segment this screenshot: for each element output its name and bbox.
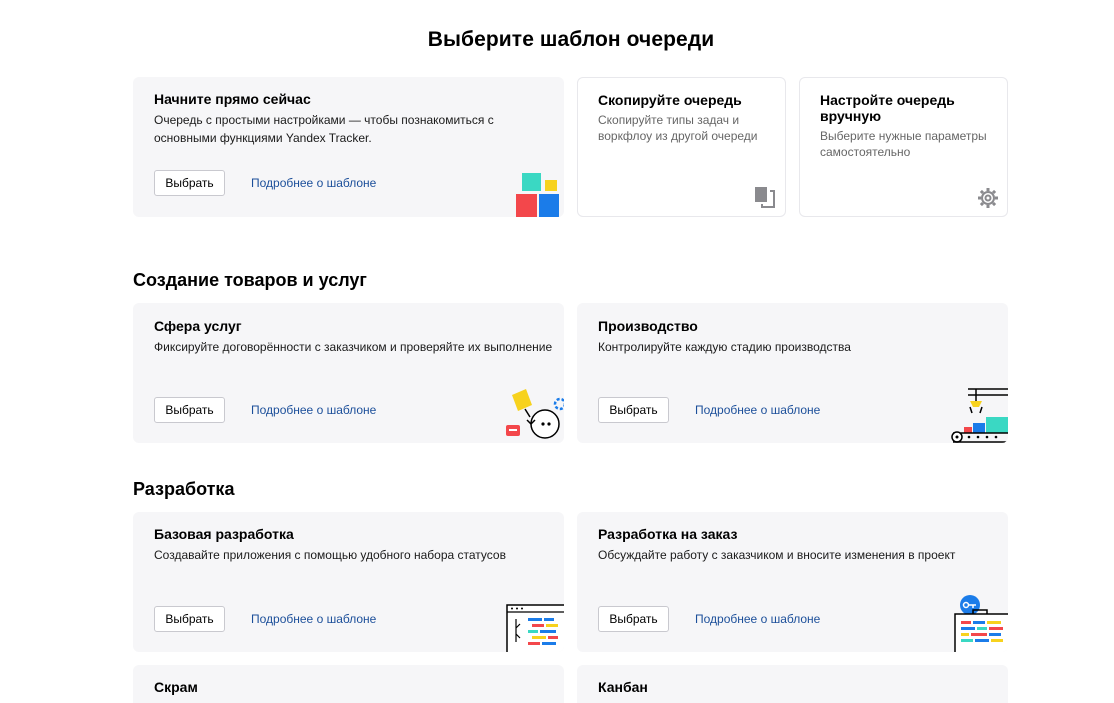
- select-button[interactable]: Выбрать: [598, 606, 669, 632]
- custom-development-illustration: [954, 595, 1008, 652]
- card-title: Настройте очередь вручную: [820, 92, 955, 124]
- page-title: Выберите шаблон очереди: [427, 28, 715, 51]
- section-title-development: Разработка: [133, 479, 235, 499]
- description-line: самостоятельно: [820, 145, 911, 159]
- kanban-template-card[interactable]: Канбан: [577, 665, 1008, 703]
- template-details-link[interactable]: Подробнее о шаблоне: [251, 403, 376, 417]
- card-title: Разработка на заказ: [598, 526, 738, 542]
- custom-development-template-card[interactable]: Разработка на заказ Обсуждайте работу с …: [577, 512, 1008, 652]
- production-template-card[interactable]: Производство Контролируйте каждую стадию…: [577, 303, 1008, 443]
- description-line: Выберите нужные параметры: [820, 129, 987, 143]
- select-button[interactable]: Выбрать: [154, 606, 225, 632]
- card-description: Обсуждайте работу с заказчиком и вносите…: [598, 548, 956, 562]
- card-description: Фиксируйте договорённости с заказчиком и…: [154, 340, 553, 354]
- gear-icon: [978, 188, 998, 208]
- copy-queue-card[interactable]: Скопируйте очередь Скопируйте типы задач…: [577, 77, 786, 217]
- template-picker-page: Выберите шаблон очереди Начните прямо се…: [0, 0, 1114, 703]
- template-details-link[interactable]: Подробнее о шаблоне: [251, 176, 376, 190]
- title-line: вручную: [820, 108, 882, 124]
- card-description: Контролируйте каждую стадию производства: [598, 340, 851, 354]
- select-button[interactable]: Выбрать: [154, 170, 225, 196]
- select-button[interactable]: Выбрать: [598, 397, 669, 423]
- section-title-products: Создание товаров и услуг: [133, 270, 367, 290]
- card-title: Канбан: [598, 679, 648, 695]
- description-line: Очередь с простыми настройками — чтобы п…: [154, 113, 494, 127]
- description-line: основными функциями Yandex Tracker.: [154, 131, 372, 145]
- card-description: Очередь с простыми настройками — чтобы п…: [154, 111, 494, 147]
- card-title: Скрам: [154, 679, 198, 695]
- template-details-link[interactable]: Подробнее о шаблоне: [251, 612, 376, 626]
- basic-development-template-card[interactable]: Базовая разработка Создавайте приложения…: [133, 512, 564, 652]
- template-details-link[interactable]: Подробнее о шаблоне: [695, 612, 820, 626]
- select-button[interactable]: Выбрать: [154, 397, 225, 423]
- description-line: Скопируйте типы задач и: [598, 113, 740, 127]
- description-line: воркфлоу из другой очереди: [598, 129, 758, 143]
- scrum-template-card[interactable]: Скрам: [133, 665, 564, 703]
- template-details-link[interactable]: Подробнее о шаблоне: [695, 403, 820, 417]
- quick-start-card[interactable]: Начните прямо сейчас Очередь с простыми …: [133, 77, 564, 217]
- card-description: Скопируйте типы задач и воркфлоу из друг…: [598, 112, 758, 144]
- card-description: Выберите нужные параметры самостоятельно: [820, 128, 987, 160]
- card-title: Базовая разработка: [154, 526, 294, 542]
- copy-icon: [755, 187, 775, 208]
- manual-setup-card[interactable]: Настройте очередь вручную Выберите нужны…: [799, 77, 1008, 217]
- blocks-illustration: [516, 173, 559, 217]
- card-description: Создавайте приложения с помощью удобного…: [154, 548, 506, 562]
- title-line: Настройте очередь: [820, 92, 955, 108]
- card-title: Скопируйте очередь: [598, 92, 742, 108]
- development-illustration: [506, 604, 564, 652]
- card-title: Производство: [598, 318, 698, 334]
- card-title: Сфера услуг: [154, 318, 242, 334]
- production-illustration: [951, 388, 1008, 443]
- services-illustration: [506, 389, 564, 439]
- card-title: Начните прямо сейчас: [154, 91, 311, 107]
- services-template-card[interactable]: Сфера услуг Фиксируйте договорённости с …: [133, 303, 564, 443]
